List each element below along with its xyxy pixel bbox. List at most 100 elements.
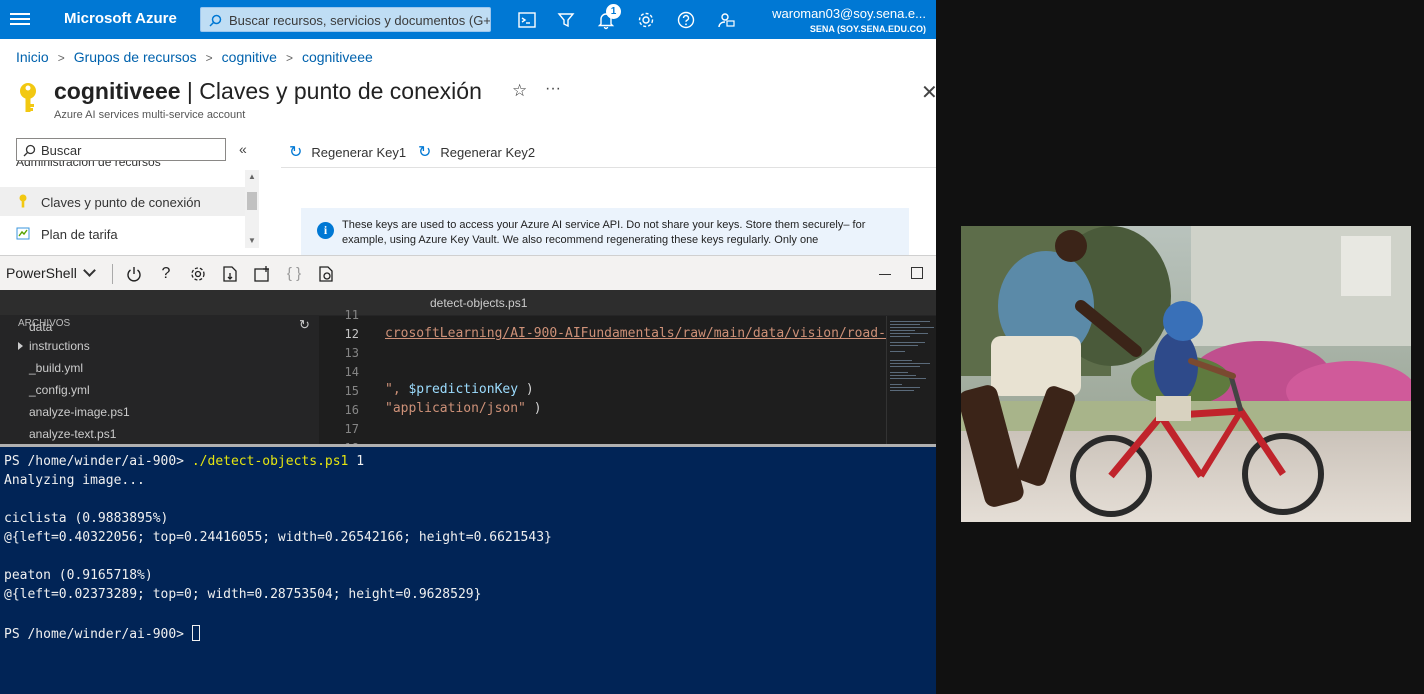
breadcrumb-cognitiveee[interactable]: cognitiveee: [302, 49, 373, 65]
collapse-nav-icon[interactable]: «: [239, 141, 247, 157]
star-icon[interactable]: ☆: [512, 81, 527, 101]
line-number: 15: [344, 384, 359, 398]
file-item[interactable]: analyze-image.ps1: [29, 405, 130, 419]
command-bar: ↻ Regenerar Key1 ↻ Regenerar Key2: [281, 135, 936, 168]
feedback-icon[interactable]: [716, 10, 736, 30]
minimize-icon[interactable]: [879, 274, 891, 275]
editor-tab[interactable]: detect-objects.ps1: [430, 296, 527, 310]
terminal-prompt: PS /home/winder/ai-900>: [4, 454, 192, 469]
file-item[interactable]: _build.yml: [29, 361, 83, 375]
folder-item[interactable]: instructions: [29, 339, 90, 353]
help-icon[interactable]: ?: [157, 265, 175, 283]
terminal-line: @{left=0.40322056; top=0.24416055; width…: [4, 530, 552, 545]
line-number: 11: [344, 308, 359, 322]
account-menu[interactable]: waroman03@soy.sena.e... SENA (SOY.SENA.E…: [772, 6, 926, 34]
nav-search-input[interactable]: Buscar: [16, 138, 226, 161]
gear-icon[interactable]: [189, 265, 207, 283]
regenerate-key2-label: Regenerar Key2: [440, 145, 536, 160]
nav-item-claves[interactable]: Claves y punto de conexión: [0, 187, 245, 216]
shell-selector[interactable]: PowerShell: [6, 264, 96, 281]
regenerate-key1-label: Regenerar Key1: [311, 145, 407, 160]
breadcrumb-cognitive[interactable]: cognitive: [222, 49, 277, 65]
code-token: $predictionKey: [408, 382, 519, 397]
regenerate-key2-button[interactable]: ↻ Regenerar Key2: [418, 142, 535, 162]
refresh-icon: ↻: [289, 144, 303, 161]
refresh-icon: ↻: [418, 144, 432, 161]
scroll-up-icon[interactable]: ▲: [248, 172, 256, 181]
terminal-command: ./detect-objects.ps1: [191, 454, 349, 469]
chevron-down-icon: [82, 264, 96, 277]
file-item[interactable]: _config.yml: [29, 383, 90, 397]
power-icon[interactable]: [125, 265, 143, 283]
directory-filter-icon[interactable]: [556, 10, 576, 30]
code-token: "application/json": [385, 401, 526, 416]
top-bar: Microsoft Azure Buscar recursos, servici…: [0, 0, 936, 39]
file-item[interactable]: analyze-text.ps1: [29, 427, 116, 441]
breadcrumb-inicio[interactable]: Inicio: [16, 49, 49, 65]
user-org: SENA (SOY.SENA.EDU.CO): [809, 24, 926, 34]
terminal-line: Analyzing image...: [4, 473, 145, 488]
code-line[interactable]: crosoftLearning/AI-900-AIFundamentals/ra…: [385, 326, 894, 341]
terminal-line: PS /home/winder/ai-900> ./detect-objects…: [4, 454, 364, 469]
more-icon[interactable]: ···: [545, 80, 561, 98]
terminal-line: PS /home/winder/ai-900>: [4, 625, 200, 642]
notification-badge: 1: [606, 4, 621, 19]
terminal[interactable]: PS /home/winder/ai-900> ./detect-objects…: [0, 444, 936, 694]
divider: [112, 264, 113, 284]
info-icon: i: [317, 222, 334, 239]
refresh-icon[interactable]: ↻: [299, 317, 310, 333]
chevron-right-icon[interactable]: [18, 342, 23, 350]
user-email: waroman03@soy.sena.e...: [772, 6, 926, 21]
line-number: 13: [344, 346, 359, 360]
terminal-prompt: PS /home/winder/ai-900>: [4, 627, 192, 642]
cloud-shell-icon[interactable]: [517, 10, 537, 30]
close-icon[interactable]: ✕: [921, 80, 936, 105]
editor-tab-bar: detect-objects.ps1: [0, 290, 936, 316]
maximize-icon[interactable]: [911, 267, 923, 279]
brand-title[interactable]: Microsoft Azure: [64, 10, 177, 27]
azure-portal-window: Microsoft Azure Buscar recursos, servici…: [0, 0, 936, 694]
nav-search-placeholder: Buscar: [41, 143, 82, 158]
code-editor: detect-objects.ps1 ARCHIVOS ↻ data instr…: [0, 290, 936, 444]
line-number: 16: [344, 403, 359, 417]
web-preview-icon[interactable]: [317, 265, 335, 283]
breadcrumb: Inicio > Grupos de recursos > cognitive > cogn…: [16, 49, 373, 65]
menu-icon[interactable]: [10, 10, 30, 28]
pricing-tier-icon: [16, 227, 30, 240]
file-explorer: ARCHIVOS ↻ data instructions _build.yml …: [0, 316, 319, 444]
info-text: These keys are used to access your Azure…: [342, 219, 866, 246]
minimap[interactable]: [886, 316, 936, 444]
help-icon[interactable]: [676, 10, 696, 30]
nav-scrollbar[interactable]: ▲ ▼: [245, 170, 259, 248]
terminal-line: peaton (0.9165718%): [4, 568, 153, 583]
upload-download-icon[interactable]: [221, 265, 239, 283]
code-line[interactable]: ", $predictionKey ): [385, 382, 534, 397]
global-search-placeholder: Buscar recursos, servicios y documentos …: [229, 13, 491, 28]
nav-item-label: Claves y punto de conexión: [41, 195, 201, 210]
code-token: ): [518, 382, 534, 397]
terminal-arg: 1: [348, 454, 365, 469]
left-nav: Administración de recursos Claves y punt…: [0, 161, 245, 250]
image-viewer: [936, 0, 1424, 694]
scroll-thumb[interactable]: [247, 192, 257, 210]
global-search-input[interactable]: Buscar recursos, servicios y documentos …: [200, 7, 491, 32]
scroll-down-icon[interactable]: ▼: [248, 236, 256, 245]
bicycle-photo: [961, 226, 1411, 522]
search-icon: [23, 144, 36, 157]
resource-name: cognitiveee: [54, 78, 181, 104]
editor-icon[interactable]: { }: [285, 265, 303, 283]
regenerate-key1-button[interactable]: ↻ Regenerar Key1: [289, 142, 406, 162]
line-number: 14: [344, 365, 359, 379]
new-session-icon[interactable]: [253, 265, 271, 283]
terminal-cursor: [191, 625, 200, 641]
nav-section-header: Administración de recursos: [16, 161, 161, 169]
nav-item-plan[interactable]: Plan de tarifa: [0, 219, 245, 248]
breadcrumb-grupos[interactable]: Grupos de recursos: [74, 49, 197, 65]
line-number: 12: [344, 327, 359, 341]
key-icon: [20, 83, 36, 112]
gear-icon[interactable]: [636, 10, 656, 30]
key-icon: [19, 194, 27, 208]
code-line[interactable]: "application/json" ): [385, 401, 542, 416]
nav-item-label: Plan de tarifa: [41, 227, 118, 242]
folder-item[interactable]: data: [29, 320, 52, 334]
